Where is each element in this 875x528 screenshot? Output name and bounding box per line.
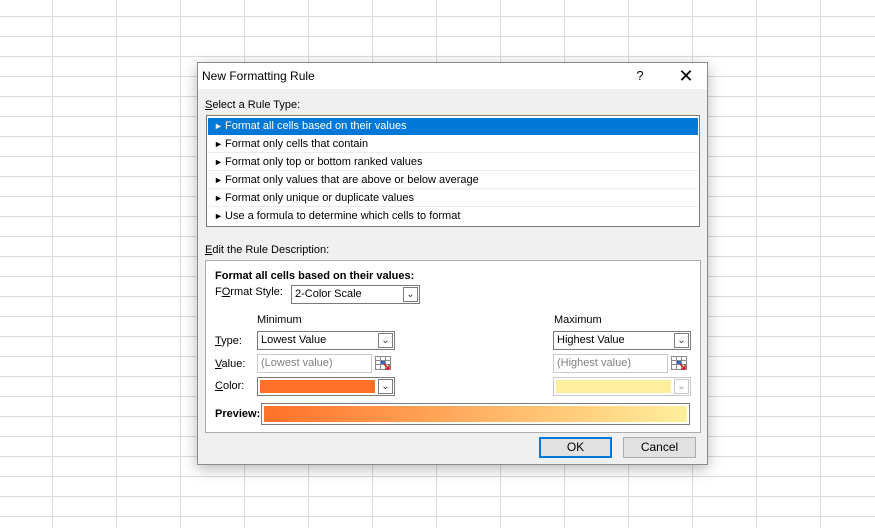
chevron-down-icon[interactable]: ⌄ (674, 333, 689, 348)
range-select-icon[interactable] (670, 355, 688, 372)
cancel-button[interactable]: Cancel (623, 437, 696, 458)
preview-box (261, 403, 690, 425)
dialog-title: New Formatting Rule (202, 69, 315, 83)
value-label: Value: (215, 358, 246, 370)
type-label: Type: (215, 335, 242, 347)
rule-arrow-icon: ► (214, 157, 223, 167)
preview-gradient (264, 406, 687, 422)
rule-type-item[interactable]: ► Format only values that are above or be… (208, 172, 698, 189)
ok-button[interactable]: OK (539, 437, 612, 458)
min-color-swatch (260, 380, 375, 393)
close-button[interactable]: ✕ (674, 66, 698, 86)
rule-type-item[interactable]: ► Format only unique or duplicate values (208, 190, 698, 207)
color-label: Color: (215, 380, 245, 392)
format-style-label: FOrmat Style: (215, 286, 283, 298)
range-select-icon[interactable] (374, 355, 392, 372)
max-color-swatch (556, 380, 671, 393)
new-formatting-rule-dialog: New Formatting Rule ? ✕ Select a Rule Ty… (197, 62, 708, 465)
rule-arrow-icon: ► (214, 121, 223, 131)
rule-type-item[interactable]: ► Format only cells that contain (208, 136, 698, 153)
rule-description-panel: Format all cells based on their values: … (205, 260, 701, 433)
edit-rule-description-label: Edit the Rule Description: (205, 244, 330, 256)
rule-arrow-icon: ► (214, 211, 223, 221)
rule-arrow-icon: ► (214, 175, 223, 185)
format-style-dropdown[interactable]: 2-Color Scale ⌄ (291, 285, 420, 304)
title-bar: New Formatting Rule ? ✕ (198, 63, 707, 89)
rule-arrow-icon: ► (214, 139, 223, 149)
rule-arrow-icon: ► (214, 193, 223, 203)
rule-type-item[interactable]: ► Format only top or bottom ranked values (208, 154, 698, 171)
chevron-down-icon[interactable]: ⌄ (378, 333, 393, 348)
maximum-header: Maximum (554, 314, 602, 326)
description-heading: Format all cells based on their values: (215, 270, 415, 282)
min-color-picker[interactable]: ⌄ (257, 377, 395, 396)
max-type-dropdown[interactable]: Highest Value ⌄ (553, 331, 691, 350)
min-value-input[interactable]: (Lowest value) (257, 354, 372, 373)
minimum-header: Minimum (257, 314, 302, 326)
chevron-down-icon[interactable]: ⌄ (403, 287, 418, 302)
chevron-down-icon[interactable]: ⌄ (378, 379, 393, 394)
min-type-dropdown[interactable]: Lowest Value ⌄ (257, 331, 395, 350)
rule-type-list[interactable]: ► Format all cells based on their values … (206, 115, 700, 227)
chevron-down-icon[interactable]: ⌄ (674, 379, 689, 394)
preview-label: Preview: (215, 408, 261, 420)
help-button[interactable]: ? (630, 66, 650, 86)
select-rule-type-label: Select a Rule Type: (205, 99, 301, 111)
max-value-input[interactable]: (Highest value) (553, 354, 668, 373)
max-color-picker[interactable]: ⌄ (553, 377, 691, 396)
rule-type-item[interactable]: ► Format all cells based on their values (208, 118, 698, 135)
rule-type-item[interactable]: ► Use a formula to determine which cells … (208, 208, 698, 225)
